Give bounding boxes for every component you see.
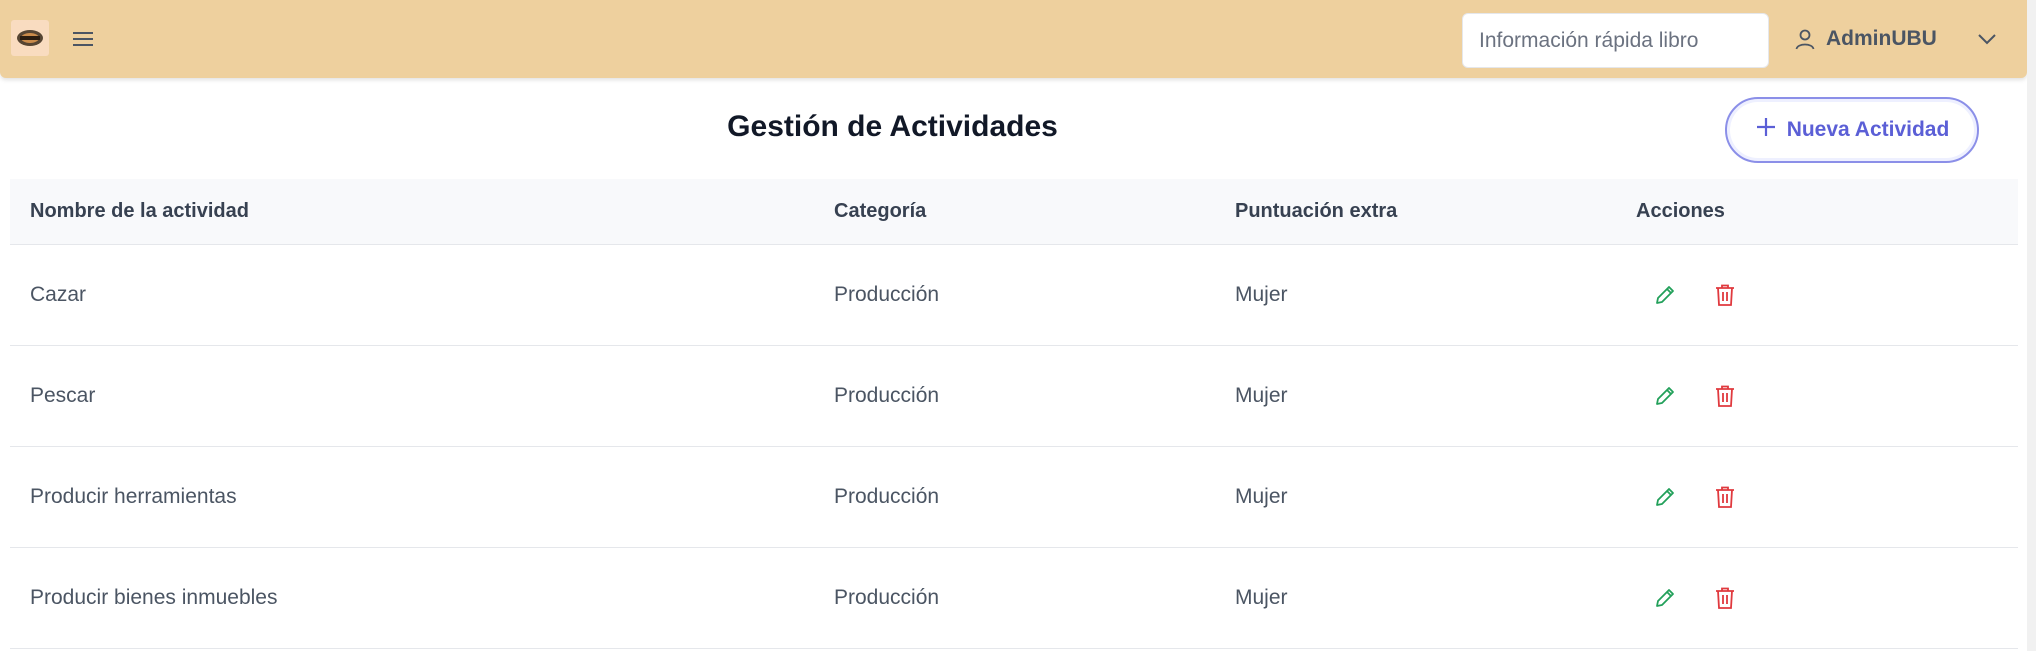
extra-score-cell: Mujer (1235, 283, 1288, 306)
logo-icon[interactable] (11, 20, 49, 56)
user-name: AdminUBU (1826, 27, 1937, 50)
row-actions (1650, 447, 1740, 547)
pencil-icon[interactable] (1650, 381, 1680, 411)
table-row: Cazar Producción Mujer (10, 245, 2018, 346)
extra-score-cell: Mujer (1235, 384, 1288, 407)
pencil-icon[interactable] (1650, 280, 1680, 310)
category-cell: Producción (834, 384, 940, 407)
pencil-icon[interactable] (1650, 482, 1680, 512)
page-title: Gestión de Actividades (727, 110, 1058, 143)
scrollbar[interactable] (2027, 0, 2036, 651)
trash-icon[interactable] (1710, 482, 1740, 512)
user-menu[interactable]: AdminUBU (1792, 22, 1937, 56)
plus-icon (1755, 116, 1777, 144)
column-header-name: Nombre de la actividad (30, 200, 249, 222)
activity-name-cell: Producir bienes inmuebles (30, 586, 278, 609)
extra-score-cell: Mujer (1235, 586, 1288, 609)
activity-name-cell: Cazar (30, 283, 87, 306)
activities-table: Nombre de la actividad Categoría Puntuac… (10, 179, 2018, 649)
table-header: Nombre de la actividad Categoría Puntuac… (10, 179, 2018, 245)
category-cell: Producción (834, 283, 940, 306)
user-icon (1792, 26, 1818, 52)
column-header-actions: Acciones (1636, 200, 1725, 222)
new-activity-button[interactable]: Nueva Actividad (1725, 97, 1979, 163)
column-header-category: Categoría (834, 200, 927, 222)
row-actions (1650, 346, 1740, 446)
table-row: Pescar Producción Mujer (10, 346, 2018, 447)
trash-icon[interactable] (1710, 381, 1740, 411)
table-row: Producir bienes inmuebles Producción Mujer (10, 548, 2018, 649)
chevron-down-icon[interactable] (1974, 26, 2000, 52)
hamburger-menu-icon[interactable] (70, 26, 96, 52)
activity-name-cell: Pescar (30, 384, 96, 407)
extra-score-cell: Mujer (1235, 485, 1288, 508)
quick-book-search-input[interactable] (1462, 13, 1769, 68)
new-activity-label: Nueva Actividad (1786, 118, 1950, 141)
pencil-icon[interactable] (1650, 583, 1680, 613)
row-actions (1650, 548, 1740, 648)
column-header-extra: Puntuación extra (1235, 200, 1398, 222)
category-cell: Producción (834, 485, 940, 508)
row-actions (1650, 245, 1740, 345)
category-cell: Producción (834, 586, 940, 609)
table-row: Producir herramientas Producción Mujer (10, 447, 2018, 548)
top-navbar: AdminUBU (0, 0, 2027, 78)
activity-name-cell: Producir herramientas (30, 485, 237, 508)
trash-icon[interactable] (1710, 280, 1740, 310)
trash-icon[interactable] (1710, 583, 1740, 613)
